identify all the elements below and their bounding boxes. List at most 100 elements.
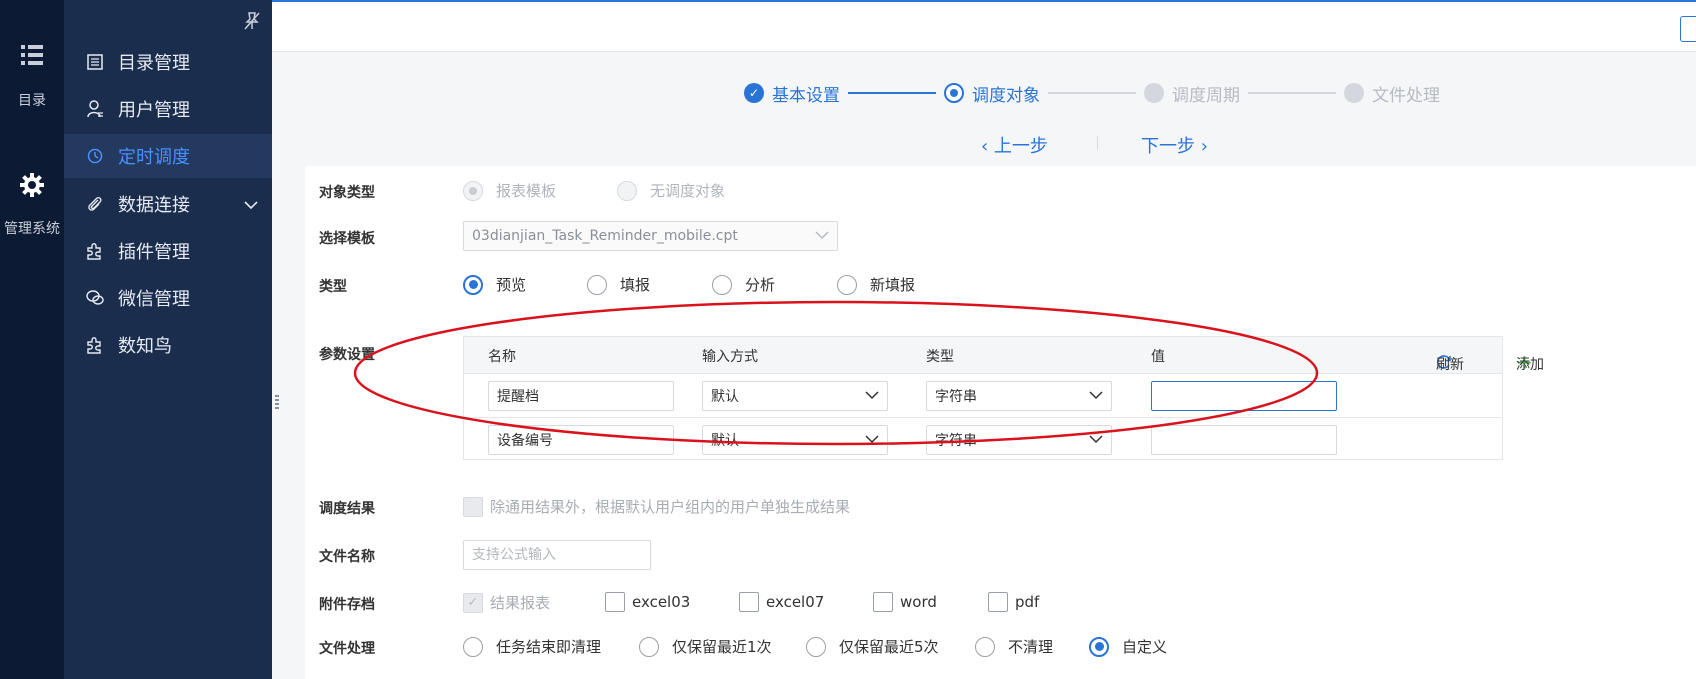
- checkbox-box: [739, 592, 759, 612]
- chevron-down-icon: [865, 388, 879, 404]
- param-type-select[interactable]: 字符串: [926, 425, 1112, 455]
- radio-keep-last-1[interactable]: 仅保留最近1次: [639, 636, 772, 657]
- menu-item-data-connection[interactable]: 数据连接: [64, 182, 272, 226]
- current-step-icon: [944, 83, 964, 103]
- file-handling-label: 文件处理: [319, 641, 375, 657]
- param-value-input[interactable]: [1151, 381, 1337, 411]
- radio-new-fill[interactable]: 新填报: [837, 274, 915, 295]
- rail-item-catalog[interactable]: 目录: [0, 44, 64, 110]
- list-icon: [21, 45, 43, 65]
- file-name-input[interactable]: [463, 540, 651, 570]
- radio-label: 无调度对象: [650, 182, 726, 200]
- per-user-result-checkbox[interactable]: 除通用结果外，根据默认用户组内的用户单独生成结果: [463, 496, 850, 517]
- rail-label: 管理系统: [4, 221, 60, 237]
- radio-label: 预览: [496, 276, 527, 294]
- chevron-down-icon: [244, 194, 258, 215]
- paperclip-icon: [86, 195, 104, 213]
- step-file-handling[interactable]: 文件处理: [1344, 81, 1440, 106]
- step-schedule-object[interactable]: 调度对象: [944, 81, 1040, 106]
- radio-circle: [463, 274, 483, 295]
- radio-label: 仅保留最近5次: [839, 638, 939, 656]
- radio-label: 报表模板: [496, 182, 557, 200]
- radio-no-schedule-object[interactable]: 无调度对象: [617, 180, 725, 201]
- menu-item-plugins[interactable]: 插件管理: [64, 229, 272, 273]
- top-right-button[interactable]: [1680, 16, 1696, 42]
- menu-item-users[interactable]: 用户管理: [64, 87, 272, 131]
- param-type-select[interactable]: 字符串: [926, 381, 1112, 411]
- checkbox-label: 除通用结果外，根据默认用户组内的用户单独生成结果: [490, 498, 851, 516]
- pin-icon[interactable]: [244, 12, 260, 34]
- check-icon: ✓: [463, 592, 483, 613]
- menu-item-label: 定时调度: [118, 147, 190, 168]
- checkbox-excel03[interactable]: excel03: [605, 592, 690, 612]
- step-connector: [848, 92, 936, 94]
- step-basic-settings[interactable]: ✓ 基本设置: [744, 81, 840, 106]
- radio-fill[interactable]: 填报: [587, 274, 650, 295]
- menu-item-shuzhiniao[interactable]: 数知鸟: [64, 323, 272, 367]
- param-input-mode-select[interactable]: 默认: [702, 381, 888, 411]
- checkbox-box: [873, 592, 893, 612]
- step-label: 调度周期: [1172, 85, 1240, 106]
- radio-circle: [463, 636, 483, 657]
- param-name-input[interactable]: [488, 381, 674, 411]
- chevron-down-icon: [865, 432, 879, 448]
- chevron-down-icon: [815, 228, 829, 244]
- radio-report-template[interactable]: 报表模板: [463, 180, 556, 201]
- checkbox-word[interactable]: word: [873, 592, 937, 612]
- file-name-label: 文件名称: [319, 549, 375, 565]
- nav-divider: [1097, 136, 1098, 150]
- menu-item-catalog[interactable]: 目录管理: [64, 40, 272, 84]
- radio-no-clean[interactable]: 不清理: [975, 636, 1053, 657]
- add-label: 添加: [1516, 357, 1544, 373]
- radio-circle: [975, 636, 995, 657]
- rail-item-management[interactable]: 管理系统: [0, 172, 70, 238]
- resize-handle[interactable]: [275, 395, 279, 411]
- template-value: 03dianjian_Task_Reminder_mobile.cpt: [472, 228, 738, 244]
- chevron-down-icon: [1089, 388, 1103, 404]
- radio-circle: [806, 636, 826, 657]
- radio-preview[interactable]: 预览: [463, 274, 526, 295]
- schedule-object-form: 对象类型 报表模板 无调度对象 选择模板 03dianjian_Task_Rem…: [305, 166, 1696, 679]
- checkbox-excel07[interactable]: excel07: [739, 592, 824, 612]
- checkbox-result-report[interactable]: ✓ 结果报表: [463, 592, 550, 613]
- params-table-header: 名称 输入方式 类型 值 刷新 + 添加: [464, 337, 1544, 373]
- radio-circle: [463, 180, 483, 201]
- radio-label: 自定义: [1122, 638, 1168, 656]
- puzzle-icon: [86, 242, 104, 260]
- radio-analysis[interactable]: 分析: [712, 274, 775, 295]
- select-value: 字符串: [935, 433, 977, 449]
- menu-item-label: 数知鸟: [118, 336, 172, 357]
- icon-rail: 目录 管理系统: [0, 0, 64, 679]
- checkbox-pdf[interactable]: pdf: [988, 592, 1039, 612]
- next-step-button[interactable]: 下一步 ›: [1141, 132, 1208, 158]
- param-input-mode-select[interactable]: 默认: [702, 425, 888, 455]
- check-icon: ✓: [744, 83, 764, 103]
- col-type-header: 类型: [926, 349, 954, 365]
- menu-item-wechat[interactable]: 微信管理: [64, 276, 272, 320]
- object-type-label: 对象类型: [319, 185, 375, 201]
- params-label: 参数设置: [319, 347, 375, 363]
- radio-keep-last-5[interactable]: 仅保留最近5次: [806, 636, 939, 657]
- checkbox-box: [988, 592, 1008, 612]
- pending-step-icon: [1144, 83, 1164, 103]
- step-schedule-period[interactable]: 调度周期: [1144, 81, 1240, 106]
- radio-circle: [837, 274, 857, 295]
- menu-item-scheduling[interactable]: 定时调度: [64, 134, 272, 178]
- param-name-input[interactable]: [488, 425, 674, 455]
- checkbox-label: 结果报表: [490, 594, 551, 612]
- step-label: 文件处理: [1372, 85, 1440, 106]
- rail-label: 目录: [18, 93, 46, 109]
- prev-step-button[interactable]: ‹ 上一步: [981, 132, 1048, 158]
- select-value: 默认: [711, 389, 739, 405]
- result-label: 调度结果: [319, 501, 375, 517]
- table-row: 默认 字符串: [464, 417, 1502, 460]
- radio-custom[interactable]: 自定义: [1089, 636, 1167, 657]
- pending-step-icon: [1344, 83, 1364, 103]
- clock-icon: [86, 147, 104, 165]
- radio-label: 不清理: [1008, 638, 1054, 656]
- radio-clean-on-finish[interactable]: 任务结束即清理: [463, 636, 601, 657]
- wechat-icon: [86, 289, 104, 307]
- radio-label: 任务结束即清理: [496, 638, 602, 656]
- param-value-input[interactable]: [1151, 425, 1337, 455]
- template-select[interactable]: 03dianjian_Task_Reminder_mobile.cpt: [463, 221, 838, 251]
